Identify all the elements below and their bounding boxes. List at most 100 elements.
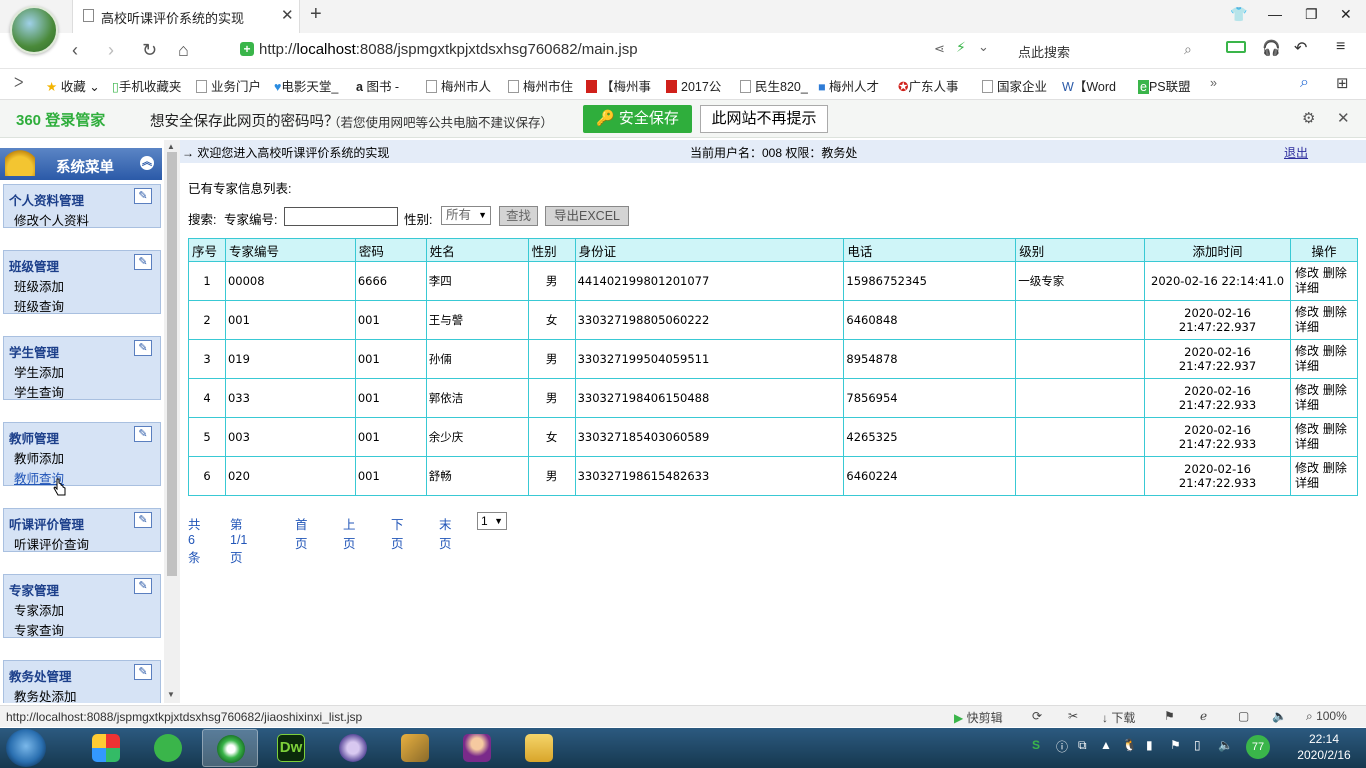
browser-tab[interactable]: 高校听课评价系统的实现 ✕	[72, 0, 300, 33]
sidebar-toggle-icon[interactable]: ᐳ	[14, 75, 23, 91]
battery-icon[interactable]	[1226, 41, 1246, 53]
edit-link[interactable]: 修改	[1295, 305, 1319, 319]
refresh-icon[interactable]: ⟳	[1032, 709, 1042, 723]
bookmark-item[interactable]: 业务门户	[196, 76, 261, 95]
tray-volume-icon[interactable]: 🔈	[1218, 738, 1233, 752]
menu-item-class-query[interactable]: 班级查询	[14, 296, 64, 315]
tray-s-icon[interactable]: S	[1032, 738, 1040, 752]
download-button[interactable]: ↓ 下载	[1102, 709, 1135, 726]
system-clock[interactable]: 22:14 2020/2/16	[1294, 731, 1354, 763]
menu-item-evaluation-query[interactable]: 听课评价查询	[14, 534, 89, 553]
flag-icon[interactable]: ⚑	[1164, 709, 1175, 723]
sex-select[interactable]: 所有 ▼	[441, 206, 491, 225]
lightning-icon[interactable]: ⚡	[956, 39, 966, 56]
safe-save-button[interactable]: 🔑 安全保存	[583, 105, 692, 133]
menu-item-edit-profile[interactable]: 修改个人资料	[14, 210, 89, 229]
pin-icon[interactable]: ✂	[1068, 709, 1078, 723]
detail-link[interactable]: 详细	[1295, 359, 1319, 373]
tray-network-icon[interactable]: ▮	[1146, 738, 1153, 752]
search-input[interactable]: 点此搜索 ⌕	[1010, 39, 1206, 63]
search-icon[interactable]: ⌕	[1300, 74, 1309, 92]
bookmark-item[interactable]: 梅州市住	[508, 76, 573, 95]
tray-360-badge[interactable]: 77	[1246, 735, 1270, 759]
section-title[interactable]: 班级管理	[9, 256, 59, 275]
bookmark-mobile[interactable]: ▯手机收藏夹	[112, 76, 181, 95]
taskbar-app-360browser[interactable]	[202, 729, 258, 767]
apps-icon[interactable]: ⊞	[1336, 74, 1349, 92]
chevron-down-icon[interactable]: ⌄	[978, 39, 989, 55]
menu-item-expert-query[interactable]: 专家查询	[14, 620, 64, 639]
section-title[interactable]: 专家管理	[9, 580, 59, 599]
next-page-link[interactable]: 下页	[391, 514, 404, 552]
detail-link[interactable]: 详细	[1295, 281, 1319, 295]
export-excel-button[interactable]: 导出EXCEL	[545, 206, 629, 226]
taskbar-app-photos[interactable]	[78, 729, 134, 767]
bookmark-favorites[interactable]: ★ 收藏 ⌄	[46, 76, 100, 95]
scroll-up-icon[interactable]: ▲	[167, 142, 175, 151]
bookmark-item[interactable]: ■ 梅州人才	[818, 76, 879, 95]
close-icon[interactable]: ✕	[1337, 109, 1350, 127]
section-title[interactable]: 教务处管理	[9, 666, 72, 685]
section-title[interactable]: 教师管理	[9, 428, 59, 447]
taskbar-app-tools[interactable]	[387, 729, 443, 767]
menu-item-student-query[interactable]: 学生查询	[14, 382, 64, 401]
bookmark-item[interactable]: ✪广东人事	[898, 76, 959, 95]
tray-flag-icon[interactable]: ⚑	[1170, 738, 1181, 752]
bookmark-item[interactable]: 【梅州事	[586, 76, 651, 95]
delete-link[interactable]: 删除	[1323, 344, 1347, 358]
browser-logo[interactable]	[10, 6, 58, 54]
menu-item-teacher-add[interactable]: 教师添加	[14, 448, 64, 467]
undo-icon[interactable]: ↶	[1294, 38, 1307, 58]
bookmark-overflow[interactable]: »	[1210, 76, 1217, 90]
edit-link[interactable]: 修改	[1295, 344, 1319, 358]
back-button[interactable]: ‹	[72, 40, 78, 61]
detail-link[interactable]: 详细	[1295, 320, 1319, 334]
zoom-control[interactable]: ⌕ 100%	[1306, 709, 1347, 724]
clothes-icon[interactable]: 👕	[1230, 6, 1247, 23]
tray-expand-icon[interactable]: ▲	[1100, 738, 1112, 752]
bookmark-item[interactable]: ♥电影天堂_	[274, 76, 338, 95]
url-field[interactable]: + http://localhost:8088/jspmgxtkpjxtdsxh…	[236, 38, 996, 64]
bookmark-item[interactable]: 2017公	[666, 76, 721, 95]
maximize-button[interactable]: ❐	[1305, 6, 1318, 23]
scroll-down-icon[interactable]: ▼	[167, 690, 175, 699]
tray-window-icon[interactable]: ⧉	[1078, 738, 1087, 753]
menu-item-student-add[interactable]: 学生添加	[14, 362, 64, 381]
page-select[interactable]: 1 ▼	[477, 512, 507, 530]
refresh-button[interactable]: ↻	[142, 40, 157, 61]
bookmark-item[interactable]: a 图书 -	[356, 76, 399, 95]
bookmark-item[interactable]: e PS联盟	[1138, 76, 1191, 95]
detail-link[interactable]: 详细	[1295, 476, 1319, 490]
minimize-button[interactable]: —	[1268, 6, 1282, 22]
prev-page-link[interactable]: 上页	[343, 514, 356, 552]
find-button[interactable]: 查找	[499, 206, 538, 226]
forward-button[interactable]: ›	[108, 40, 114, 61]
tray-device-icon[interactable]: ▯	[1194, 738, 1201, 752]
bookmark-item[interactable]: 梅州市人	[426, 76, 491, 95]
quick-clip-button[interactable]: ▶ 快剪辑	[954, 709, 1003, 726]
taskbar-app-eclipse[interactable]	[325, 729, 381, 767]
section-title[interactable]: 听课评价管理	[9, 514, 84, 533]
detail-link[interactable]: 详细	[1295, 437, 1319, 451]
home-button[interactable]: ⌂	[178, 40, 189, 61]
taskbar-app-explorer[interactable]	[511, 729, 567, 767]
section-title[interactable]: 个人资料管理	[9, 190, 84, 209]
delete-link[interactable]: 删除	[1323, 422, 1347, 436]
last-page-link[interactable]: 末页	[439, 514, 452, 552]
logout-link[interactable]: 退出	[1284, 144, 1308, 161]
menu-icon[interactable]: ≡	[1336, 38, 1345, 56]
headphone-icon[interactable]: 🎧	[1262, 39, 1281, 57]
delete-link[interactable]: 删除	[1323, 305, 1347, 319]
taskbar-app-dreamweaver[interactable]: Dw	[263, 729, 319, 767]
close-tab-icon[interactable]: ✕	[281, 6, 294, 24]
edit-link[interactable]: 修改	[1295, 422, 1319, 436]
first-page-link[interactable]: 首页	[295, 514, 308, 552]
volume-icon[interactable]: 🔈	[1272, 709, 1287, 723]
bookmark-item[interactable]: 国家企业	[982, 76, 1047, 95]
gear-icon[interactable]: ⚙	[1302, 109, 1315, 127]
bookmark-item[interactable]: 民生820_	[740, 76, 808, 95]
menu-item-expert-add[interactable]: 专家添加	[14, 600, 64, 619]
tray-help-icon[interactable]: ⓘ	[1056, 738, 1068, 755]
taskbar-app-wechat[interactable]	[140, 729, 196, 767]
menu-item-office-add[interactable]: 教务处添加	[14, 686, 77, 703]
